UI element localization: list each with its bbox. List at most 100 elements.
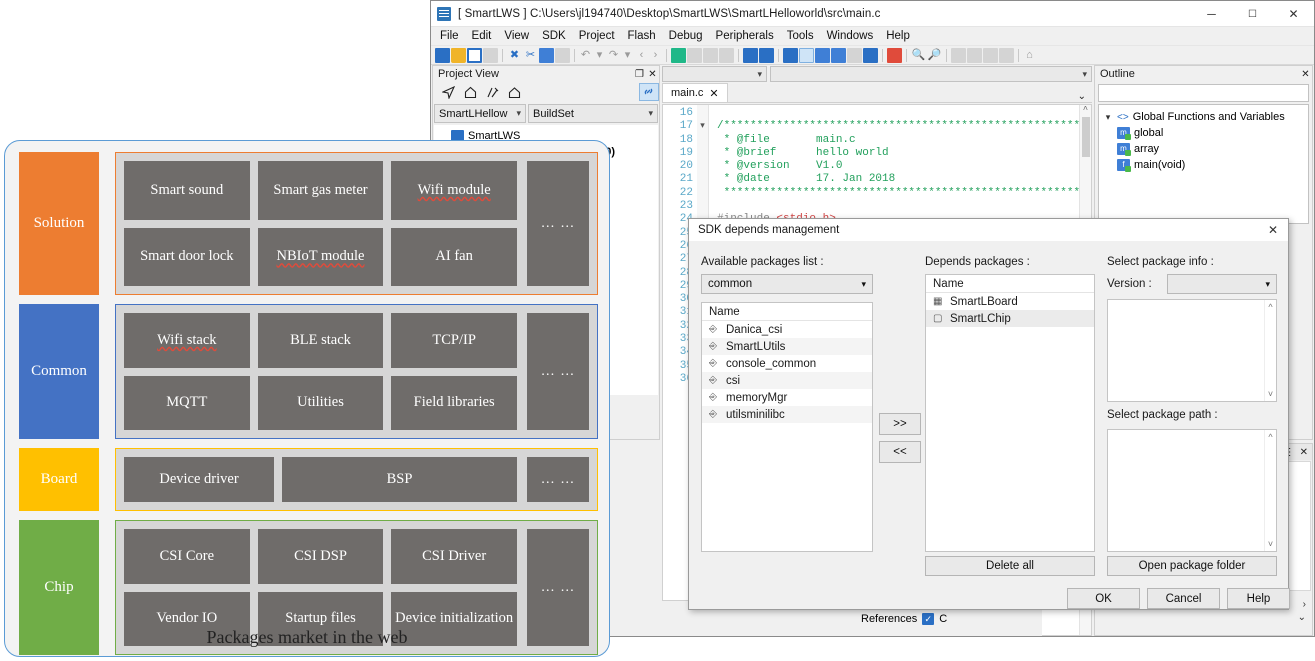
cell-smart-door-lock[interactable]: Smart door lock [124,227,250,286]
cell-smart-gas-meter[interactable]: Smart gas meter [257,161,384,220]
cell-more-solution[interactable]: … … [527,161,589,286]
new-project-icon[interactable] [467,47,482,63]
scroll-thumb[interactable] [1081,117,1090,157]
forward-icon[interactable]: › [649,48,662,63]
redo-icon[interactable]: ↷ [607,48,620,63]
cell-ai-fan[interactable]: AI fan [391,227,517,286]
list-item[interactable]: ⎆ SmartLUtils [702,338,872,355]
redo-dropdown-icon[interactable]: ▾ [621,48,634,63]
scroll-down-icon[interactable]: ˅ [1268,389,1273,399]
close-icon[interactable]: ✕ [1300,447,1308,458]
outline-filter-input[interactable] [1098,84,1309,102]
info-scrollbar[interactable]: ^ ˅ [1264,300,1276,401]
debug-run-icon[interactable] [799,47,814,63]
references-checkbox[interactable]: ✓ [922,612,935,625]
cell-bsp[interactable]: BSP [282,457,517,502]
scroll-down-icon[interactable]: ˅ [1268,539,1273,549]
scroll-up-icon[interactable]: ^ [1268,302,1272,312]
outline-root[interactable]: ▾ <> Global Functions and Variables [1103,109,1308,125]
cell-utilities[interactable]: Utilities [257,375,384,430]
more-icon[interactable]: › [1303,599,1306,610]
editor-scope-combo[interactable]: ▾ [662,66,767,82]
home-icon[interactable] [508,86,521,99]
depends-packages-list[interactable]: Name ▦ SmartLBoard ▢ SmartLChip [925,274,1095,552]
cell-csi-core[interactable]: CSI Core [124,529,250,584]
menu-file[interactable]: File [440,30,459,42]
menu-view[interactable]: View [504,30,529,42]
flash-download-icon[interactable] [831,47,846,63]
cut-icon[interactable]: ✂ [523,48,538,63]
move-right-button[interactable]: >> [879,413,921,435]
list-item[interactable]: ▢ SmartLChip [926,310,1094,327]
home-icon[interactable]: ⌂ [1023,48,1036,63]
move-left-button[interactable]: << [879,441,921,463]
menu-tools[interactable]: Tools [787,30,814,42]
search-list-icon[interactable] [759,47,774,63]
back-icon[interactable]: ‹ [635,48,648,63]
cancel-button[interactable]: Cancel [1147,588,1220,609]
outline-item-global[interactable]: m global [1103,125,1308,141]
list-item[interactable]: ⎆ Danica_csi [702,321,872,338]
menu-debug[interactable]: Debug [669,30,703,42]
scroll-up-icon[interactable]: ^ [1083,105,1088,115]
outline-item-array[interactable]: m array [1103,141,1308,157]
minimize-button[interactable]: ─ [1191,1,1232,27]
list-item[interactable]: ⎆ csi [702,372,872,389]
cell-wifi-stack[interactable]: Wifi stack [124,313,250,368]
cell-more-board[interactable]: … … [527,457,589,502]
zoom-in-icon[interactable]: 🔍 [911,48,926,63]
build-1-icon[interactable] [687,47,702,63]
chevron-down-icon[interactable]: ⌄ [1298,612,1306,623]
cell-device-driver[interactable]: Device driver [124,457,274,502]
cell-mqtt[interactable]: MQTT [124,375,250,430]
package-info-box[interactable]: ^ ˅ [1107,299,1277,402]
chevron-down-icon[interactable]: ⌄ [1078,91,1092,102]
link-3-icon[interactable] [999,47,1014,63]
stop-icon[interactable] [847,47,862,63]
copy-icon[interactable] [539,47,554,63]
link-all-icon[interactable] [486,86,499,99]
help-button[interactable]: Help [1227,588,1290,609]
link-2-icon[interactable] [983,47,998,63]
link-toggle-icon[interactable] [639,83,659,101]
menu-edit[interactable]: Edit [472,30,492,42]
close-icon[interactable]: ✕ [1299,69,1312,80]
close-icon[interactable]: ✕ [1264,223,1282,237]
ok-button[interactable]: OK [1067,588,1140,609]
tab-main-c[interactable]: main.c ✕ [662,83,728,102]
cell-ble-stack[interactable]: BLE stack [257,313,384,368]
version-combo[interactable]: ▾ [1167,274,1277,294]
sdk-manager-icon[interactable] [887,47,902,63]
list-item[interactable]: ⎆ utilsminilibc [702,406,872,423]
dock-icon[interactable]: ❐ [633,69,646,80]
erase-icon[interactable] [863,47,878,63]
cell-tcp-ip[interactable]: TCP/IP [391,313,517,368]
open-package-folder-button[interactable]: Open package folder [1107,556,1277,576]
outline-tree[interactable]: ▾ <> Global Functions and Variables m gl… [1098,104,1309,224]
cell-csi-dsp[interactable]: CSI DSP [257,529,384,584]
menu-sdk[interactable]: SDK [542,30,566,42]
close-icon[interactable]: ✕ [646,69,659,80]
scroll-up-icon[interactable]: ^ [1268,432,1272,442]
build-3-icon[interactable] [719,47,734,63]
zoom-out-icon[interactable]: 🔎 [927,48,942,63]
menu-help[interactable]: Help [886,30,910,42]
maximize-button[interactable]: ☐ [1232,1,1273,27]
new-file-icon[interactable] [435,47,450,63]
menu-project[interactable]: Project [579,30,615,42]
cell-csi-driver[interactable]: CSI Driver [391,529,517,584]
close-icon[interactable]: ✕ [709,87,718,100]
home-view-icon[interactable] [464,86,477,99]
locate-icon[interactable] [441,85,456,100]
list-item[interactable]: ▦ SmartLBoard [926,293,1094,310]
path-scrollbar[interactable]: ^ ˅ [1264,430,1276,551]
search-icon[interactable] [743,47,758,63]
cell-more-common[interactable]: … … [527,313,589,430]
package-path-box[interactable]: ^ ˅ [1107,429,1277,552]
available-filter-combo[interactable]: common ▾ [701,274,873,294]
paste-icon[interactable] [555,47,570,63]
cell-nbiot-module[interactable]: NBIoT module [257,227,384,286]
link-1-icon[interactable] [967,47,982,63]
undo-icon[interactable]: ↶ [579,48,592,63]
delete-all-button[interactable]: Delete all [925,556,1095,576]
